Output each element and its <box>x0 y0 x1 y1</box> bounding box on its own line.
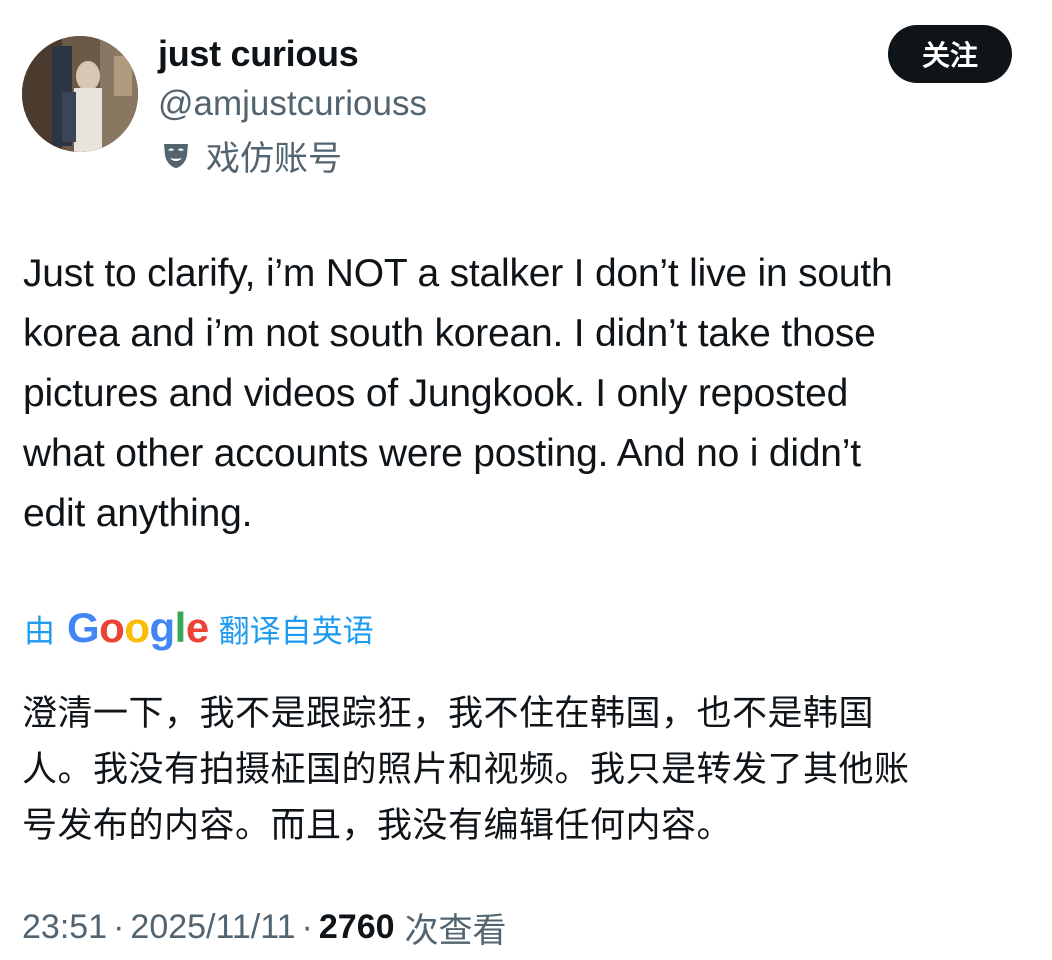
display-name[interactable]: just curious <box>158 32 359 76</box>
views-label: 次查看 <box>404 910 507 951</box>
meta-separator: · <box>113 907 125 946</box>
translate-by-label: 由 <box>24 613 55 650</box>
post-time[interactable]: 23:51 <box>22 908 107 947</box>
translation-attribution[interactable]: 由 Google 翻译自英语 <box>24 603 374 653</box>
tweet-text: Just to clarify, i’m NOT a stalker I don… <box>23 252 893 535</box>
parody-mask-icon <box>164 144 188 168</box>
translate-from-label[interactable]: 翻译自英语 <box>219 606 374 651</box>
post-date[interactable]: 2025/11/11 <box>130 908 295 947</box>
user-handle[interactable]: @amjustcuriouss <box>158 82 427 126</box>
meta-separator: · <box>301 907 313 946</box>
google-logo: Google <box>67 604 209 651</box>
account-label-text: 戏仿账号 <box>206 138 342 179</box>
account-label: 戏仿账号 <box>160 132 342 179</box>
views-count: 2760 <box>318 907 395 946</box>
translated-text: 澄清一下，我不是跟踪狂，我不住在韩国，也不是韩国 人。我没有拍摄柾国的照片和视频… <box>22 694 910 846</box>
tweet-meta: 23:51 · 2025/11/11 · 2760 次查看 <box>22 902 507 952</box>
avatar[interactable] <box>22 36 138 152</box>
follow-button[interactable]: 关注 <box>888 25 1012 83</box>
